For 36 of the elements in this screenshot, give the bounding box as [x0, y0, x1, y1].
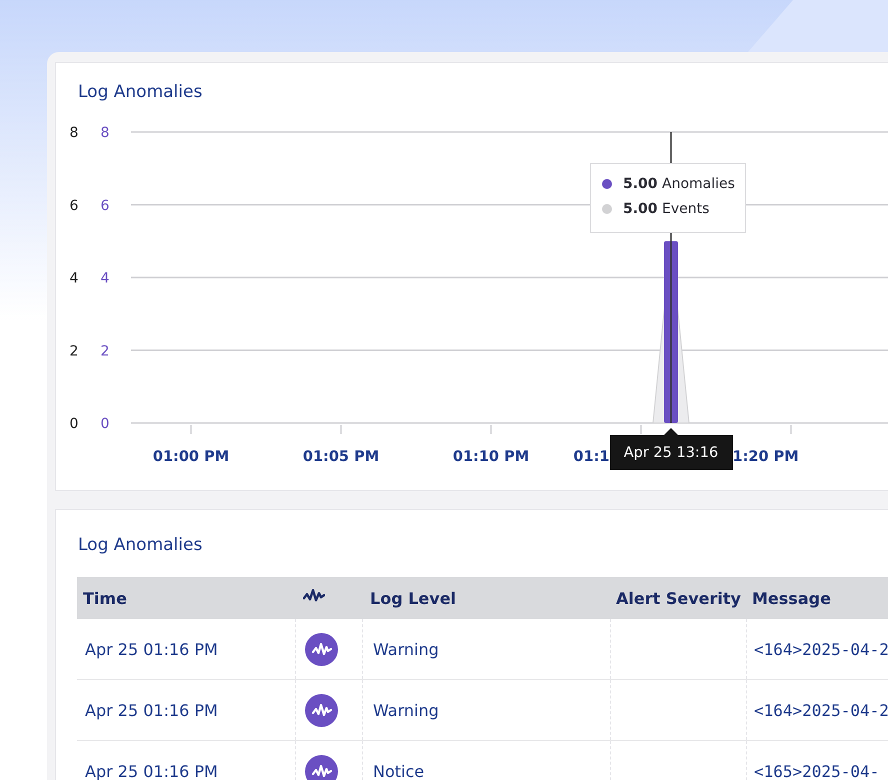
- column-header: Message: [752, 588, 831, 608]
- table-cell: Notice: [373, 762, 424, 780]
- table-cell: <164>2025-04-2: [754, 700, 888, 720]
- axis-label: 2: [100, 343, 110, 360]
- axis-label: 4: [100, 270, 110, 286]
- axis-label: 6: [70, 198, 78, 214]
- table-cell: <164>2025-04-2: [754, 640, 888, 658]
- column-header: Log Level: [370, 588, 456, 608]
- table-cell: Warning: [373, 700, 439, 720]
- axis-label: 1:20 PM: [732, 449, 799, 465]
- axis-label: 01:05 PM: [302, 449, 380, 465]
- axis-label: 2: [70, 343, 78, 360]
- axis-label: 0: [100, 416, 110, 432]
- column-header: Time: [83, 588, 127, 608]
- table-cell: Apr 25 01:16 PM: [85, 700, 218, 720]
- anomaly-icon: [305, 694, 338, 726]
- table-cell: <165>2025-04-: [754, 762, 880, 780]
- table-cell: Warning: [373, 640, 439, 658]
- tooltip-value: 5.00 Events: [623, 201, 710, 217]
- axis-label: 6: [100, 198, 110, 214]
- card-title: Log Anomalies: [78, 534, 204, 556]
- axis-label: 8: [70, 125, 78, 141]
- axis-label: 4: [70, 270, 78, 286]
- anomaly-icon: [305, 632, 338, 666]
- axis-label: 8: [100, 125, 110, 141]
- card-title: Log Anomalies: [78, 81, 204, 103]
- column-header: Alert Severity: [616, 588, 741, 608]
- cursor-tooltip: Apr 25 13:16: [610, 428, 732, 470]
- tooltip-value: 5.00 Anomalies: [623, 176, 735, 192]
- table-cell: Apr 25 01:16 PM: [85, 762, 218, 780]
- axis-label: 01:00 PM: [152, 449, 230, 465]
- axis-label: 01:1: [573, 449, 610, 465]
- pulse-icon: [303, 588, 325, 604]
- axis-label: 01:10 PM: [452, 449, 530, 465]
- axis-label: 0: [70, 416, 78, 432]
- table-cell: Apr 25 01:16 PM: [85, 640, 218, 658]
